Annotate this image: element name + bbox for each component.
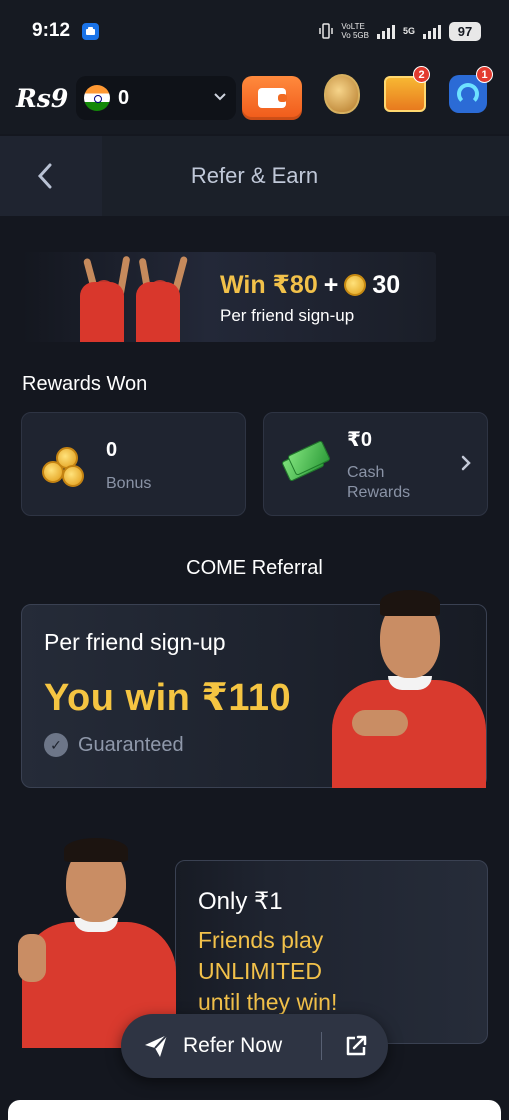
app-notification-icon bbox=[82, 22, 100, 40]
cash-rewards-card[interactable]: ₹0 Cash Rewards bbox=[263, 412, 488, 516]
status-time: 9:12 bbox=[32, 20, 71, 41]
refer-now-button[interactable]: Refer Now bbox=[121, 1014, 388, 1078]
come-referral-title: COME Referral bbox=[186, 557, 323, 579]
signal-icon bbox=[376, 23, 395, 39]
cash-value: ₹0 bbox=[347, 429, 373, 451]
chevron-down-icon bbox=[214, 88, 226, 104]
back-button[interactable] bbox=[0, 136, 90, 216]
bonus-value: 0 bbox=[106, 439, 118, 461]
page-title: Refer & Earn bbox=[190, 163, 319, 188]
guaranteed-row: ✓ Guaranteed bbox=[44, 733, 184, 757]
bonus-card[interactable]: 0 Bonus bbox=[21, 412, 246, 516]
jar-icon bbox=[324, 74, 360, 114]
share-icon[interactable] bbox=[343, 1033, 369, 1059]
refer-now-label: Refer Now bbox=[183, 1034, 283, 1057]
promo-subtitle: Per friend sign-up bbox=[220, 306, 355, 325]
promo-banner[interactable]: Win ₹80 + 30 Per friend sign-up bbox=[22, 252, 436, 342]
battery-indicator: 97 bbox=[449, 21, 481, 41]
network-label: VoLTE Vo 5GB bbox=[341, 22, 369, 40]
promo-coins: 30 bbox=[372, 270, 401, 299]
balance-selector[interactable]: 0 bbox=[76, 76, 236, 120]
guaranteed-label: Guaranteed bbox=[78, 733, 184, 756]
treasure-button[interactable]: 2 bbox=[384, 66, 430, 118]
app-logo[interactable]: Rs9 bbox=[16, 84, 76, 113]
status-bar: 9:12 VoLTE Vo 5GB 5G 97 bbox=[0, 0, 509, 62]
come-subtitle: Per friend sign-up bbox=[44, 629, 226, 655]
page-title-bar: Refer & Earn bbox=[0, 136, 509, 216]
promo-plus: + bbox=[323, 270, 339, 299]
bonus-label: Bonus bbox=[106, 475, 152, 492]
rewards-section-title: Rewards Won bbox=[22, 373, 148, 395]
status-indicators: VoLTE Vo 5GB 5G 97 bbox=[319, 21, 481, 41]
coins-icon bbox=[42, 447, 86, 487]
promo-win-line: Win ₹80 + 30 bbox=[220, 270, 400, 300]
cash-icon bbox=[281, 440, 331, 482]
promo-win-amount: Win ₹80 bbox=[220, 271, 318, 299]
coin-icon bbox=[344, 274, 367, 296]
back-icon bbox=[37, 163, 52, 189]
wallet-button[interactable] bbox=[242, 76, 302, 120]
vibrate-icon bbox=[319, 23, 334, 39]
check-badge-icon: ✓ bbox=[44, 733, 68, 757]
balance-value: 0 bbox=[118, 86, 130, 109]
cash-label: Cash Rewards bbox=[347, 464, 411, 501]
india-flag-icon bbox=[84, 85, 110, 111]
only-description: Friends play UNLIMITED until they win! bbox=[198, 927, 338, 1015]
wallet-icon bbox=[258, 88, 287, 108]
signal-label: 5G bbox=[402, 26, 415, 36]
signal-icon-2 bbox=[423, 23, 441, 39]
support-button[interactable]: 1 bbox=[447, 66, 493, 118]
divider bbox=[321, 1032, 322, 1060]
support-badge: 1 bbox=[476, 66, 493, 83]
only-title: Only ₹1 bbox=[198, 888, 283, 915]
player-image bbox=[326, 584, 492, 788]
celebrating-fans-image bbox=[72, 252, 202, 342]
send-icon bbox=[145, 1034, 168, 1057]
app-header: Rs9 0 2 1 bbox=[0, 62, 509, 134]
chevron-right-icon bbox=[461, 451, 471, 477]
jar-button[interactable] bbox=[321, 70, 363, 118]
bottom-sheet-edge bbox=[8, 1100, 501, 1120]
treasure-badge: 2 bbox=[413, 66, 430, 83]
come-win-text: You win ₹110 bbox=[44, 677, 292, 719]
